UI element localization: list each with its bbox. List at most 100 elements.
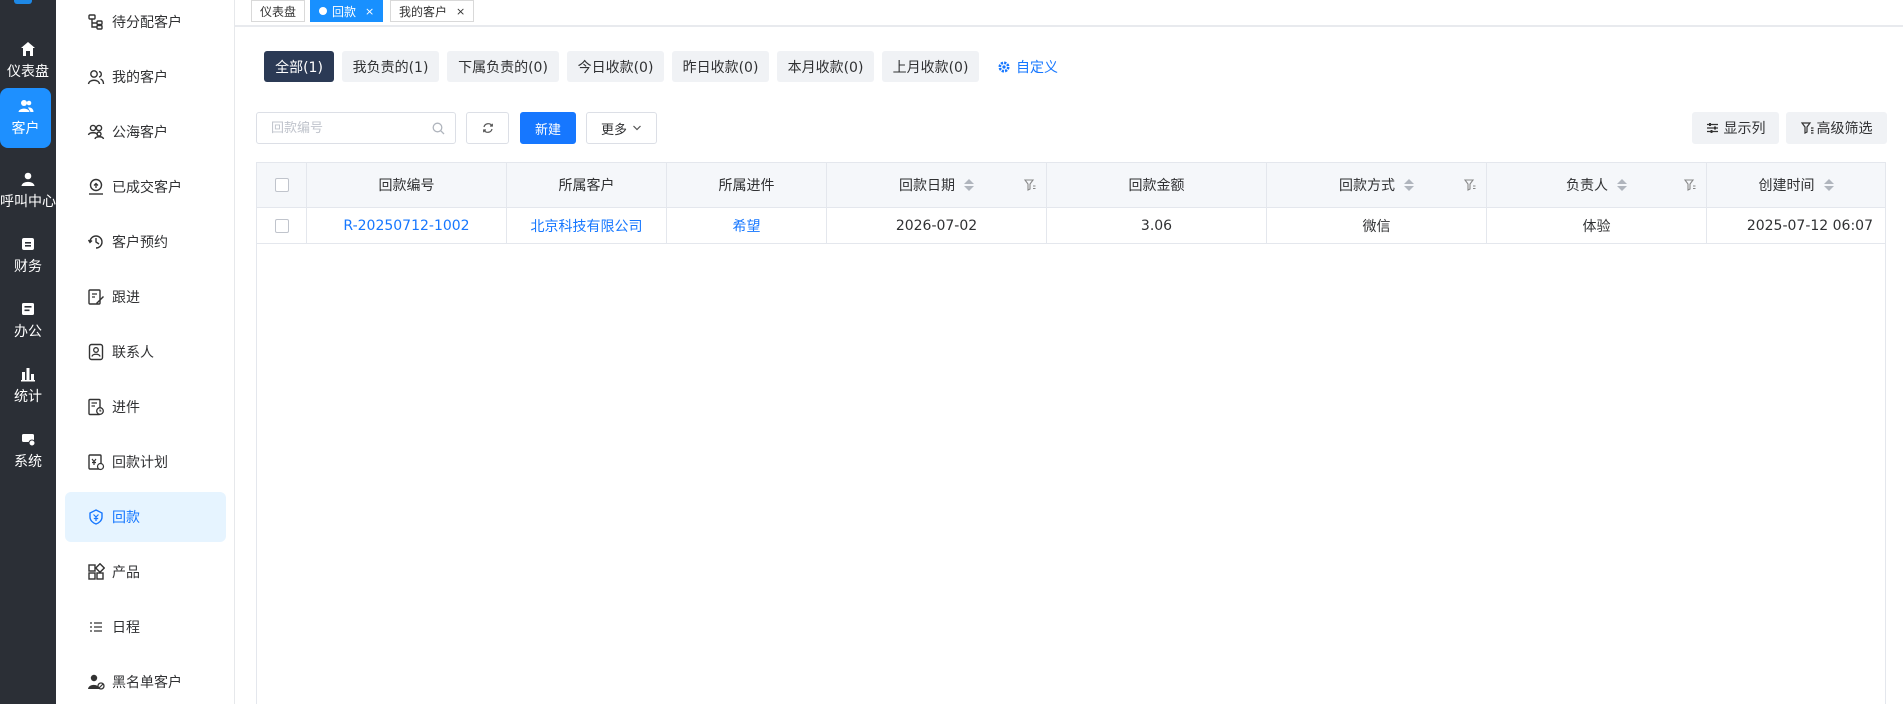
chevron-down-icon <box>633 125 641 131</box>
search-box <box>256 112 456 144</box>
column-filter-icon[interactable] <box>1684 179 1696 191</box>
sidebar-item-applications[interactable]: 进件 <box>65 382 226 432</box>
column-label: 所属客户 <box>558 178 615 194</box>
contact-icon <box>88 343 104 361</box>
filter-chip-yesterday[interactable]: 昨日收款(0) <box>672 51 769 82</box>
column-header-payment-method[interactable]: 回款方式 <box>1267 163 1487 207</box>
filter-chip-subordinates[interactable]: 下属负责的(0) <box>447 51 559 82</box>
tab-label: 我的客户 <box>399 4 448 19</box>
application-link[interactable]: 希望 <box>667 208 827 243</box>
select-all-cell <box>257 163 307 207</box>
document-icon <box>88 398 104 416</box>
column-header-owner[interactable]: 负责人 <box>1487 163 1707 207</box>
row-checkbox[interactable] <box>274 218 289 233</box>
table-header: 回款编号 所属客户 所属进件 回款日期 回款金额 回款方式 负责人 创建时间 <box>257 163 1885 208</box>
column-label: 回款方式 <box>1339 178 1395 194</box>
payment-no-link[interactable]: R-20250712-1002 <box>307 208 507 243</box>
column-label: 所属进件 <box>718 178 775 194</box>
tab-label: 回款 <box>332 4 357 19</box>
customer-link[interactable]: 北京科技有限公司 <box>507 208 667 243</box>
sidebar-item-label: 回款计划 <box>112 455 168 471</box>
advanced-filter-button[interactable]: 高级筛选 <box>1786 112 1887 144</box>
more-dropdown[interactable]: 更多 <box>586 112 657 144</box>
filter-chip-mine[interactable]: 我负责的(1) <box>342 51 439 82</box>
filter-chip-this-month[interactable]: 本月收款(0) <box>777 51 874 82</box>
filter-chip-today[interactable]: 今日收款(0) <box>567 51 664 82</box>
blacklist-icon <box>88 674 105 690</box>
column-filter-icon[interactable] <box>1024 179 1036 191</box>
new-button[interactable]: 新建 <box>520 112 576 144</box>
rail-item-customers[interactable]: 客户 <box>0 88 51 148</box>
edit-icon <box>88 289 104 305</box>
gear-icon <box>998 61 1010 73</box>
more-label: 更多 <box>600 122 627 138</box>
settings-icon <box>22 434 36 447</box>
created-time-cell: 2025-07-12 06:07 <box>1746 217 1873 234</box>
sidebar-item-blacklist[interactable]: 黑名单客户 <box>65 657 226 704</box>
tab-dashboard[interactable]: 仪表盘 <box>251 0 306 22</box>
logo <box>14 0 32 4</box>
sidebar-item-follow-up[interactable]: 跟进 <box>65 272 226 322</box>
rail-item-dashboard[interactable]: 仪表盘 <box>0 31 56 91</box>
row-select-cell <box>257 208 307 243</box>
list-icon <box>90 622 102 632</box>
column-header-customer: 所属客户 <box>507 163 667 207</box>
search-icon[interactable] <box>432 122 445 135</box>
active-dot-icon <box>319 7 327 15</box>
sidebar-item-label: 进件 <box>112 400 140 416</box>
sidebar-item-products[interactable]: 产品 <box>65 547 226 597</box>
display-columns-label: 显示列 <box>1723 121 1766 137</box>
sidebar-item-contacts[interactable]: 联系人 <box>65 327 226 377</box>
sidebar-item-my-customers[interactable]: 我的客户 <box>65 52 226 102</box>
display-columns-button[interactable]: 显示列 <box>1692 112 1779 144</box>
sort-icon[interactable] <box>964 179 974 191</box>
sidebar-item-schedule[interactable]: 日程 <box>65 602 226 652</box>
rail-item-system[interactable]: 系统 <box>0 421 56 481</box>
clock-icon <box>87 235 103 249</box>
rail-label: 客户 <box>11 121 40 137</box>
deal-icon <box>89 178 103 195</box>
rail-item-finance[interactable]: 财务 <box>0 226 56 286</box>
table-row[interactable]: R-20250712-1002 北京科技有限公司 希望 2026-07-02 3… <box>257 208 1885 244</box>
sidebar-item-unassigned-customers[interactable]: 待分配客户 <box>65 0 226 47</box>
rail-item-statistics[interactable]: 统计 <box>0 356 56 416</box>
sidebar-item-closed-customers[interactable]: 已成交客户 <box>65 162 226 212</box>
rail-item-office[interactable]: 办公 <box>0 291 56 351</box>
amount-cell: 3.06 <box>1047 208 1267 243</box>
close-icon[interactable]: × <box>456 5 465 18</box>
refresh-button[interactable] <box>466 112 509 144</box>
sidebar-item-customer-appointments[interactable]: 客户预约 <box>65 217 226 267</box>
column-header-amount: 回款金额 <box>1047 163 1267 207</box>
column-filter-icon[interactable] <box>1464 179 1476 191</box>
wallet-icon <box>22 238 34 250</box>
column-header-payment-date[interactable]: 回款日期 <box>827 163 1047 207</box>
sidebar-item-label: 待分配客户 <box>112 15 182 31</box>
rail-label: 系统 <box>14 454 42 470</box>
select-all-checkbox[interactable] <box>274 178 289 192</box>
tab-payments[interactable]: 回款 × <box>310 0 384 22</box>
sort-icon[interactable] <box>1823 179 1834 191</box>
search-input[interactable] <box>271 120 421 136</box>
rail-label: 统计 <box>14 389 42 405</box>
sidebar-item-payment-plan[interactable]: 回款计划 <box>65 437 226 487</box>
payment-date-cell: 2026-07-02 <box>827 208 1047 243</box>
column-header-payment-no: 回款编号 <box>307 163 507 207</box>
column-header-created-time[interactable]: 创建时间 <box>1707 163 1885 207</box>
sort-icon[interactable] <box>1404 179 1414 191</box>
rail-item-call-center[interactable]: 呼叫中心 <box>0 161 56 221</box>
sidebar-item-public-customers[interactable]: 公海客户 <box>65 107 226 157</box>
refresh-icon <box>482 123 493 133</box>
column-label: 负责人 <box>1566 178 1608 194</box>
filter-chip-all[interactable]: 全部(1) <box>264 51 334 82</box>
sidebar-item-payments[interactable]: 回款 <box>65 492 226 542</box>
main-nav-rail: 仪表盘 客户 呼叫中心 财务 办公 统计 系统 <box>0 0 56 704</box>
sort-icon[interactable] <box>1617 179 1627 191</box>
column-label: 创建时间 <box>1758 178 1815 194</box>
close-icon[interactable]: × <box>365 5 374 18</box>
payment-method-cell: 微信 <box>1267 208 1487 243</box>
filter-chip-last-month[interactable]: 上月收款(0) <box>882 51 979 82</box>
customize-filter-link[interactable]: 自定义 <box>997 57 1058 77</box>
column-label: 回款金额 <box>1128 178 1185 194</box>
filter-icon <box>1800 122 1813 134</box>
tab-my-customers[interactable]: 我的客户 × <box>390 0 475 22</box>
